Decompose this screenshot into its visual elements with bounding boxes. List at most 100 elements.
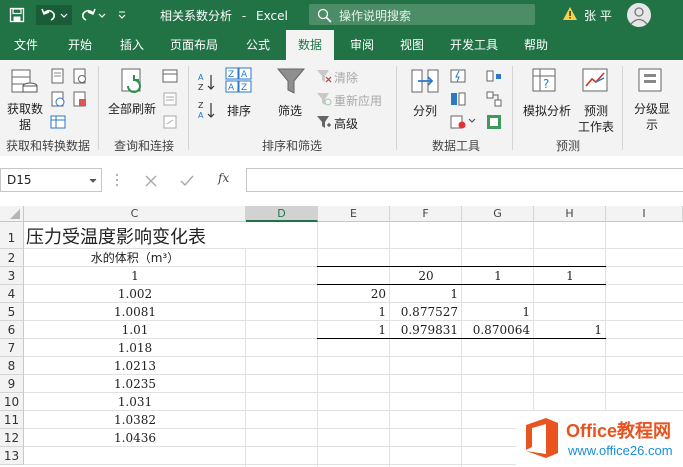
advanced-button[interactable]: 高级 bbox=[334, 115, 358, 132]
column-header-f[interactable]: F bbox=[390, 206, 462, 222]
column-header-d[interactable]: D bbox=[246, 206, 318, 222]
save-icon[interactable] bbox=[6, 5, 28, 25]
row-header[interactable]: 7 bbox=[0, 339, 24, 357]
text-to-columns-icon[interactable] bbox=[410, 66, 440, 96]
row-header[interactable]: 6 bbox=[0, 321, 24, 339]
text-to-columns-button[interactable]: 分列 bbox=[404, 102, 446, 119]
chevron-down-icon[interactable] bbox=[468, 117, 476, 125]
redo-icon[interactable] bbox=[78, 5, 108, 25]
from-web-icon[interactable] bbox=[50, 91, 66, 107]
sort-icon[interactable]: Z AA Z bbox=[224, 66, 254, 96]
queries-connections-icon[interactable] bbox=[162, 68, 178, 84]
tab-file[interactable]: 文件 bbox=[4, 30, 48, 60]
sort-ascending-icon[interactable]: AZ bbox=[197, 72, 217, 92]
get-data-button-line2[interactable]: 据 bbox=[4, 116, 46, 133]
recent-sources-icon[interactable] bbox=[72, 68, 88, 84]
row-header[interactable]: 5 bbox=[0, 303, 24, 321]
remove-duplicates-icon[interactable] bbox=[450, 91, 466, 107]
row-header[interactable]: 8 bbox=[0, 357, 24, 375]
cell-f4[interactable]: 1 bbox=[390, 285, 458, 303]
data-validation-icon[interactable] bbox=[450, 114, 466, 130]
tab-page-layout[interactable]: 页面布局 bbox=[162, 30, 226, 60]
column-header-c[interactable]: C bbox=[24, 206, 246, 222]
row-header[interactable]: 11 bbox=[0, 411, 24, 429]
filter-button[interactable]: 筛选 bbox=[270, 102, 310, 119]
cell-h6[interactable]: 1 bbox=[534, 321, 602, 339]
row-header[interactable]: 12 bbox=[0, 429, 24, 447]
row-header[interactable]: 1 bbox=[0, 222, 24, 249]
chevron-down-icon[interactable] bbox=[89, 177, 97, 185]
select-all-corner[interactable] bbox=[0, 206, 24, 222]
tab-help[interactable]: 帮助 bbox=[512, 30, 560, 60]
cancel-icon[interactable] bbox=[144, 174, 158, 188]
cell-e4[interactable]: 20 bbox=[318, 285, 386, 303]
cell-c5[interactable]: 1.0081 bbox=[24, 303, 246, 321]
column-header-g[interactable]: G bbox=[462, 206, 534, 222]
warning-icon[interactable] bbox=[562, 6, 578, 22]
tab-home[interactable]: 开始 bbox=[58, 30, 102, 60]
row-header[interactable]: 4 bbox=[0, 285, 24, 303]
customize-qat-icon[interactable] bbox=[114, 5, 130, 25]
consolidate-icon[interactable] bbox=[486, 68, 502, 84]
tab-formulas[interactable]: 公式 bbox=[236, 30, 280, 60]
cell-f6[interactable]: 0.979831 bbox=[390, 321, 458, 339]
existing-connections-icon[interactable] bbox=[72, 91, 88, 107]
relationships-icon[interactable] bbox=[486, 91, 502, 107]
get-data-icon[interactable] bbox=[10, 66, 40, 96]
row-header[interactable]: 10 bbox=[0, 393, 24, 411]
edit-links-icon[interactable] bbox=[162, 114, 178, 130]
forecast-sheet-icon[interactable] bbox=[580, 66, 610, 96]
cell-e6[interactable]: 1 bbox=[318, 321, 386, 339]
row-header[interactable]: 13 bbox=[0, 447, 24, 465]
from-table-icon[interactable] bbox=[50, 114, 66, 130]
tab-view[interactable]: 视图 bbox=[390, 30, 434, 60]
flash-fill-icon[interactable] bbox=[450, 68, 466, 84]
outline-button[interactable]: 分级显 bbox=[628, 100, 676, 117]
sort-button[interactable]: 排序 bbox=[220, 102, 258, 119]
cell-c3[interactable]: 1 bbox=[24, 267, 246, 285]
enter-check-icon[interactable] bbox=[180, 174, 194, 188]
row-header[interactable]: 2 bbox=[0, 249, 24, 267]
cell-c8[interactable]: 1.0213 bbox=[24, 357, 246, 375]
from-text-icon[interactable] bbox=[50, 68, 66, 84]
col-c-header[interactable]: 水的体积（m³） bbox=[24, 249, 246, 267]
cell-c9[interactable]: 1.0235 bbox=[24, 375, 246, 393]
cell-h3[interactable]: 1 bbox=[534, 267, 606, 285]
cell-g6[interactable]: 0.870064 bbox=[462, 321, 530, 339]
cell-c10[interactable]: 1.031 bbox=[24, 393, 246, 411]
undo-icon[interactable] bbox=[36, 5, 72, 25]
cell-f5[interactable]: 0.877527 bbox=[390, 303, 458, 321]
cell-c7[interactable]: 1.018 bbox=[24, 339, 246, 357]
column-header-h[interactable]: H bbox=[534, 206, 606, 222]
what-if-analysis-icon[interactable]: ? bbox=[530, 66, 560, 96]
name-box[interactable]: D15 bbox=[0, 168, 102, 192]
properties-icon[interactable] bbox=[162, 91, 178, 107]
avatar[interactable] bbox=[627, 3, 651, 27]
row-header[interactable]: 3 bbox=[0, 267, 24, 285]
outline-icon[interactable] bbox=[636, 66, 664, 94]
cell-e5[interactable]: 1 bbox=[318, 303, 386, 321]
formula-input[interactable] bbox=[246, 168, 683, 192]
cell-g5[interactable]: 1 bbox=[462, 303, 530, 321]
cell-c11[interactable]: 1.0382 bbox=[24, 411, 246, 429]
tell-me-search[interactable]: 操作说明搜索 bbox=[309, 4, 535, 25]
get-data-button[interactable]: 获取数 bbox=[4, 100, 46, 117]
outline-button-line2[interactable]: 示 bbox=[628, 116, 676, 133]
cell-c12[interactable]: 1.0436 bbox=[24, 429, 246, 447]
user-name[interactable]: 张 平 bbox=[584, 7, 612, 24]
column-header-i[interactable]: I bbox=[606, 206, 683, 222]
sort-descending-icon[interactable]: ZA bbox=[197, 100, 217, 120]
cell-c4[interactable]: 1.002 bbox=[24, 285, 246, 303]
insert-function-button[interactable]: fx bbox=[218, 171, 229, 185]
advanced-filter-icon[interactable] bbox=[316, 114, 332, 130]
what-if-analysis-button[interactable]: 模拟分析 bbox=[520, 102, 574, 119]
cell-g3[interactable]: 1 bbox=[462, 267, 534, 285]
tab-insert[interactable]: 插入 bbox=[110, 30, 154, 60]
refresh-all-icon[interactable] bbox=[118, 66, 148, 96]
tab-data[interactable]: 数据 bbox=[286, 30, 334, 60]
row-header[interactable]: 9 bbox=[0, 375, 24, 393]
cell-f3[interactable]: 20 bbox=[390, 267, 462, 285]
cell-c6[interactable]: 1.01 bbox=[24, 321, 246, 339]
forecast-sheet-button[interactable]: 预测 bbox=[576, 102, 616, 119]
tab-developer[interactable]: 开发工具 bbox=[442, 30, 506, 60]
